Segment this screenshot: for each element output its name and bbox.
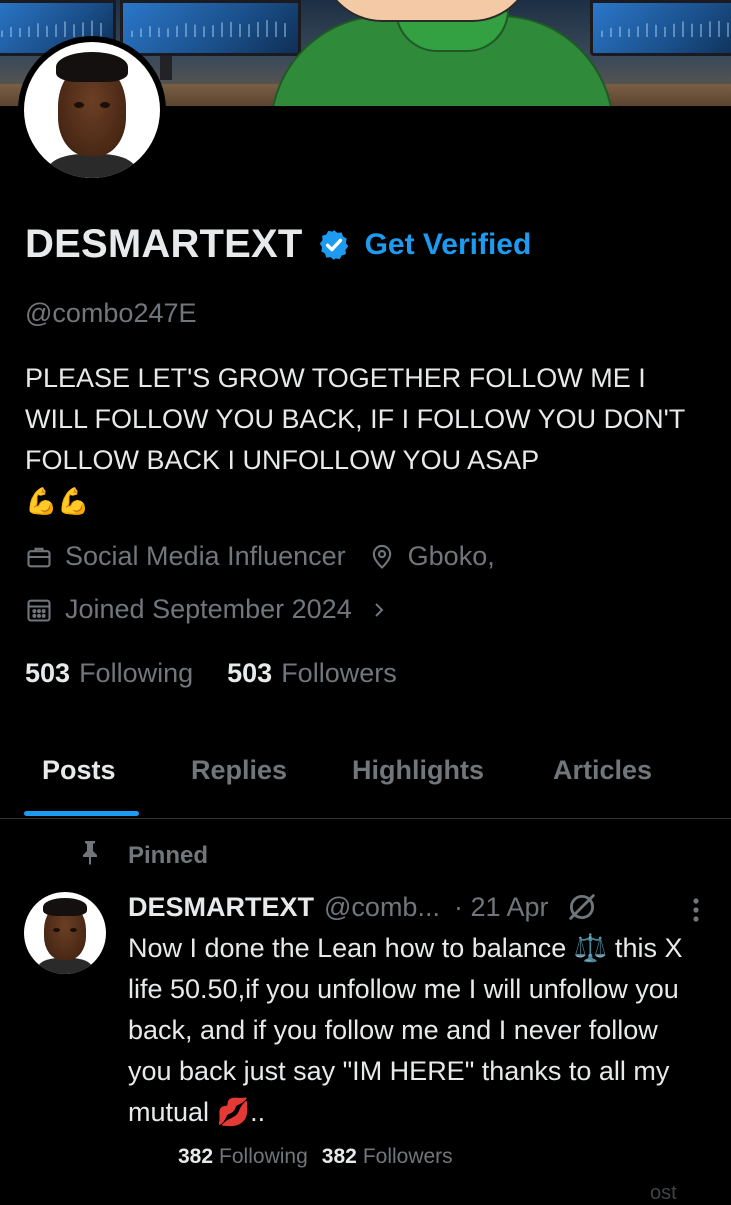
- followers-label: Followers: [281, 658, 397, 688]
- post-followers-count: 382: [321, 1145, 357, 1168]
- location-label: Gboko,: [407, 541, 495, 571]
- pin-icon: [78, 838, 102, 873]
- active-tab-indicator: [24, 811, 139, 816]
- post-body-text: Now I done the Lean how to balance ⚖️ th…: [128, 933, 683, 1127]
- location-pin-icon: [368, 543, 396, 571]
- grok-icon[interactable]: [565, 890, 599, 924]
- following-link[interactable]: 503 Following: [25, 658, 193, 689]
- profile-avatar[interactable]: [18, 36, 166, 184]
- post-following-count: 382: [178, 1145, 214, 1168]
- profile-joined-row[interactable]: Joined September 2024: [25, 594, 388, 625]
- verified-badge-icon[interactable]: [317, 228, 351, 262]
- tab-highlights[interactable]: Highlights: [352, 755, 484, 786]
- display-name: DESMARTEXT: [25, 222, 303, 266]
- chevron-right-icon[interactable]: [370, 598, 388, 622]
- briefcase-icon: [25, 543, 53, 571]
- profile-handle: @combo247E: [25, 298, 197, 328]
- post-date[interactable]: · 21 Apr: [454, 892, 549, 923]
- post-author-avatar[interactable]: [24, 892, 106, 974]
- joined-label: Joined September 2024: [65, 594, 352, 624]
- get-verified-button[interactable]: Get Verified: [365, 228, 532, 262]
- tab-posts[interactable]: Posts: [42, 755, 116, 786]
- bio-emoji: 💪💪: [25, 486, 90, 516]
- followers-link[interactable]: 503 Followers: [227, 658, 397, 689]
- post-following-label: Following: [219, 1145, 308, 1168]
- cut-off-text: ost: [650, 1182, 677, 1204]
- tab-replies[interactable]: Replies: [191, 755, 287, 786]
- calendar-icon: [25, 596, 53, 624]
- followers-count: 503: [227, 658, 273, 688]
- post-follow-counts: 382 Following 382 Followers: [178, 1145, 453, 1169]
- post-followers: 382 Followers: [322, 1145, 453, 1169]
- more-vertical-icon[interactable]: [684, 893, 708, 927]
- bio-text: PLEASE LET'S GROW TOGETHER FOLLOW ME I W…: [25, 363, 685, 475]
- following-label: Following: [79, 658, 194, 688]
- post-author-handle[interactable]: @comb...: [324, 892, 440, 923]
- profile-name-row: DESMARTEXT Get Verified: [25, 222, 531, 267]
- banner-monitor: [120, 0, 301, 56]
- profile-tabs: Posts Replies Highlights Articles: [0, 740, 731, 819]
- post-header: DESMARTEXT @comb... · 21 Apr: [128, 890, 599, 924]
- post-followers-label: Followers: [362, 1145, 453, 1168]
- profile-bio: PLEASE LET'S GROW TOGETHER FOLLOW ME I W…: [25, 358, 705, 522]
- pinned-label: Pinned: [128, 841, 209, 869]
- banner-monitor: [590, 0, 731, 56]
- category-label: Social Media Influencer: [65, 541, 346, 571]
- profile-category: Social Media Influencer: [25, 541, 346, 572]
- post-following: 382 Following: [178, 1145, 308, 1169]
- follow-counts: 503 Following 503 Followers: [25, 658, 397, 689]
- profile-location: Gboko,: [368, 541, 495, 572]
- post-author-name[interactable]: DESMARTEXT: [128, 892, 314, 923]
- following-count: 503: [25, 658, 71, 688]
- pinned-indicator: Pinned: [78, 838, 208, 873]
- tab-articles[interactable]: Articles: [553, 755, 652, 786]
- avatar-photo: [24, 42, 160, 178]
- profile-meta-row: Social Media Influencer Gboko,: [25, 541, 495, 572]
